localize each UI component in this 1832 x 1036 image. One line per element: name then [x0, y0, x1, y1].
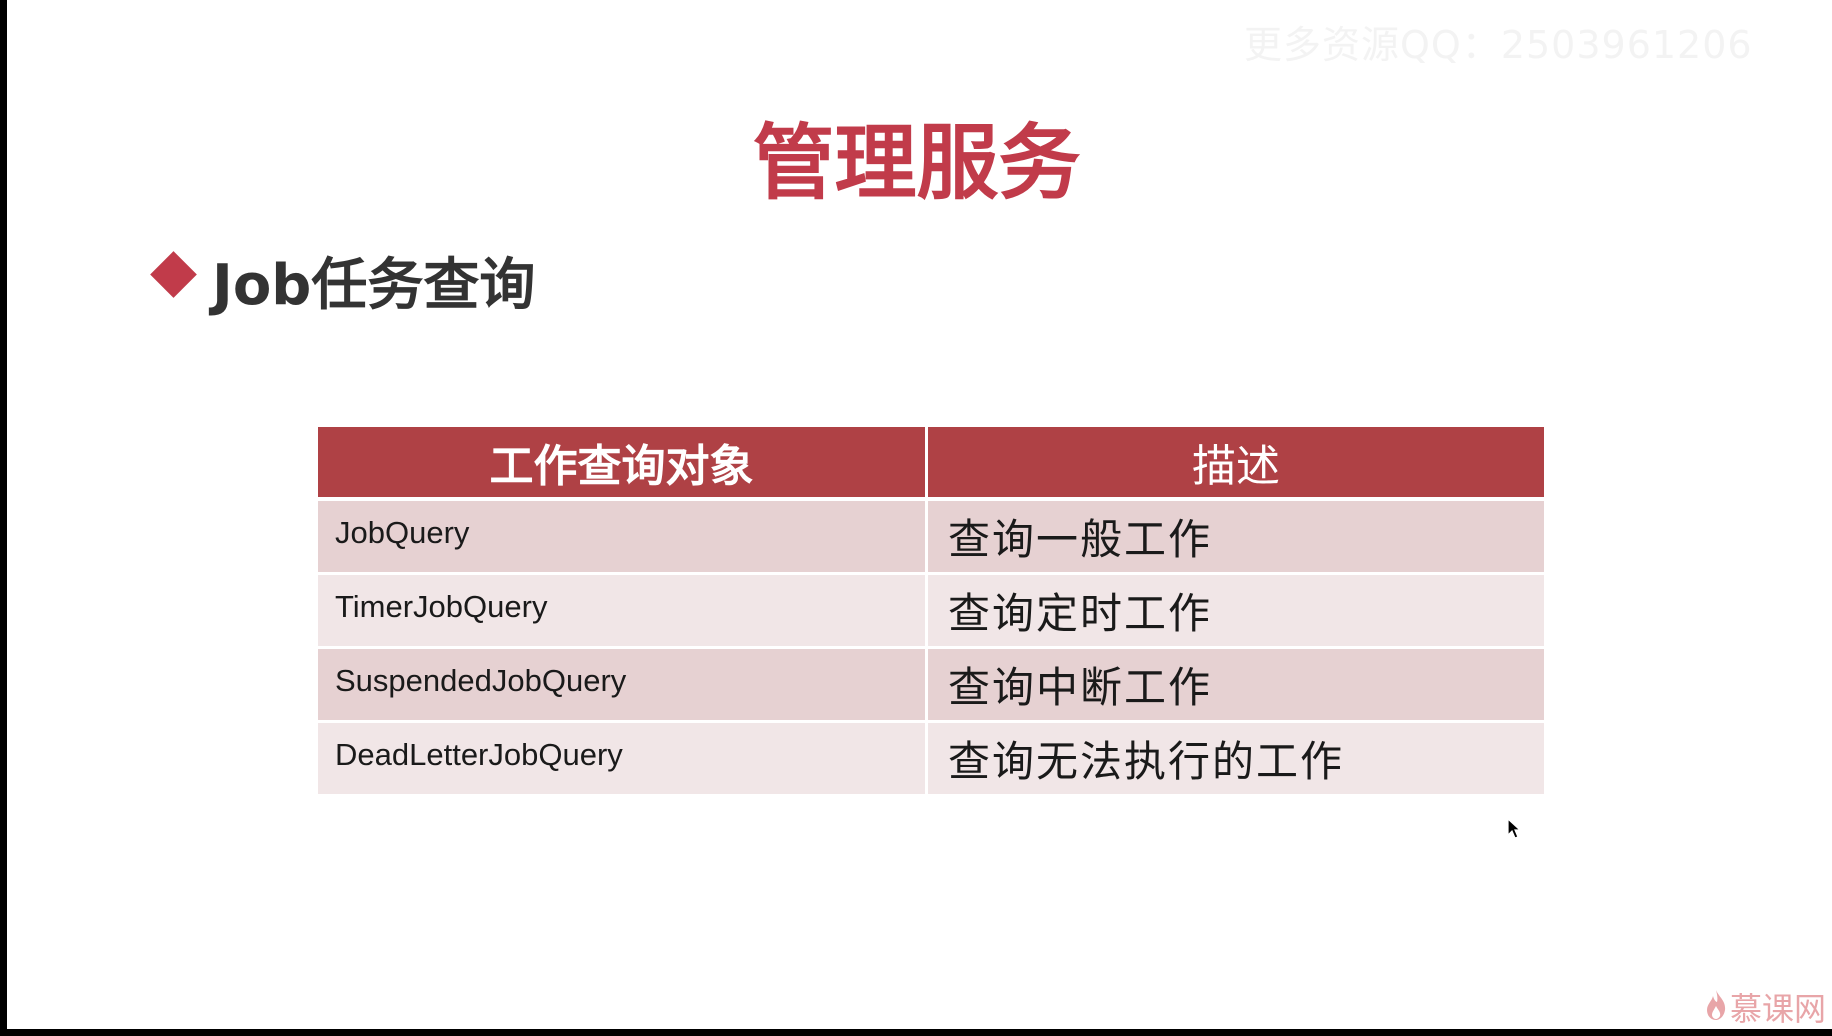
- description-cell: 查询中断工作: [928, 649, 1544, 723]
- job-query-table: 工作查询对象 描述 JobQuery 查询一般工作 TimerJobQuery …: [318, 427, 1544, 797]
- table-row: TimerJobQuery 查询定时工作: [318, 575, 1544, 649]
- column-header-query-object: 工作查询对象: [318, 427, 928, 501]
- query-object-cell: JobQuery: [318, 501, 928, 575]
- query-object-cell: TimerJobQuery: [318, 575, 928, 649]
- query-object-cell: DeadLetterJobQuery: [318, 723, 928, 797]
- description-cell: 查询定时工作: [928, 575, 1544, 649]
- query-object-cell: SuspendedJobQuery: [318, 649, 928, 723]
- slide: 更多资源QQ：2503961206 管理服务 Job任务查询 工作查询对象 描述…: [7, 0, 1832, 1029]
- column-header-description: 描述: [928, 427, 1544, 501]
- slide-title: 管理服务: [752, 116, 1081, 211]
- table-row: DeadLetterJobQuery 查询无法执行的工作: [318, 723, 1544, 797]
- table-header-row: 工作查询对象 描述: [318, 427, 1544, 501]
- watermark-text: 更多资源QQ：2503961206: [1244, 23, 1753, 67]
- diamond-bullet-icon: [150, 251, 197, 298]
- table-row: SuspendedJobQuery 查询中断工作: [318, 649, 1544, 723]
- description-cell: 查询一般工作: [928, 501, 1544, 575]
- brand-logo: 慕课网: [1704, 984, 1826, 1029]
- section-heading: Job任务查询: [212, 253, 536, 318]
- description-cell: 查询无法执行的工作: [928, 723, 1544, 797]
- logo-text: 慕课网: [1730, 990, 1827, 1028]
- table-row: JobQuery 查询一般工作: [318, 501, 1544, 575]
- bottom-border: [0, 1029, 1832, 1036]
- flame-icon: [1704, 988, 1728, 1026]
